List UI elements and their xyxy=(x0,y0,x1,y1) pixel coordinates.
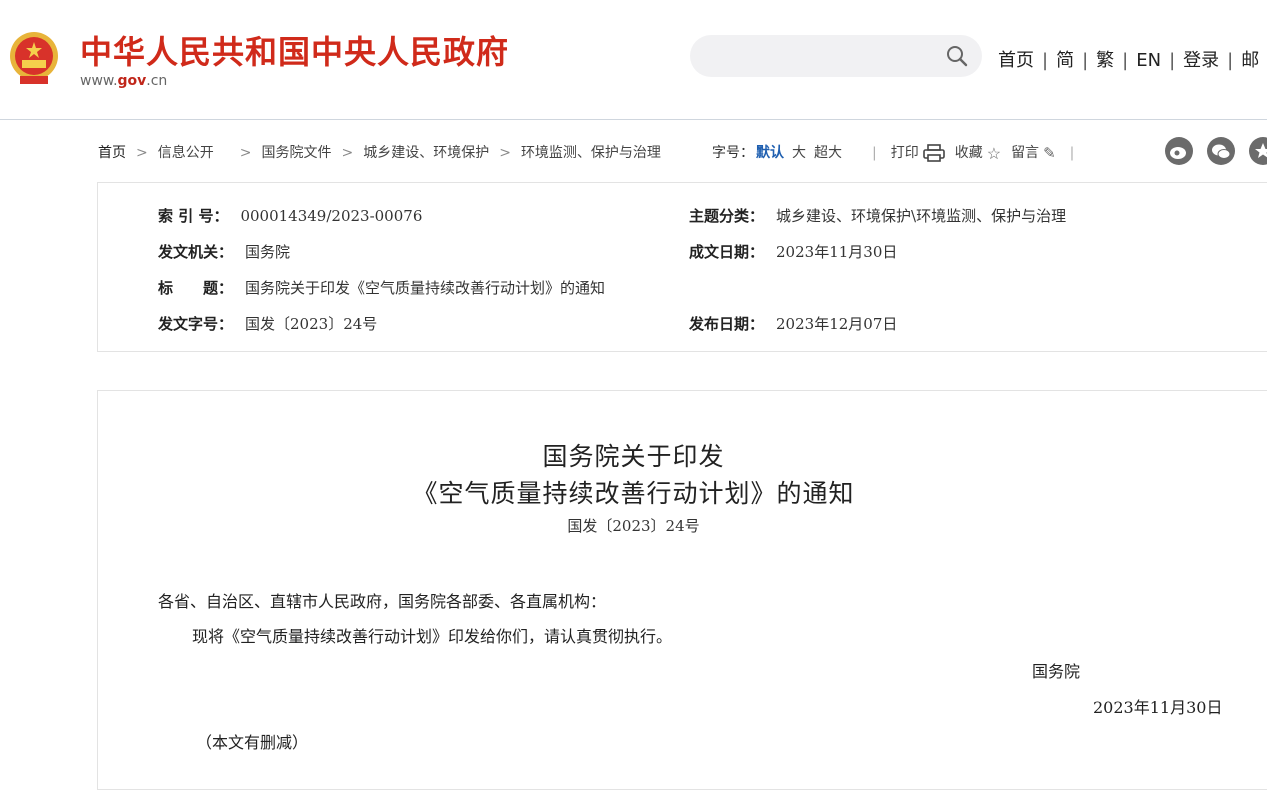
divider: | xyxy=(1122,50,1129,71)
meta-subject-value: 城乡建设、环境保护\环境监测、保护与治理 xyxy=(776,207,1067,225)
document-title-line1: 国务院关于印发 xyxy=(542,442,725,471)
top-link-home[interactable]: 首页 xyxy=(998,50,1034,71)
chevron-right-icon: > xyxy=(341,145,354,161)
divider: | xyxy=(1082,50,1089,71)
meta-subject-label: 主题分类： xyxy=(689,207,765,225)
chevron-right-icon: > xyxy=(239,145,252,161)
site-header: 中华人民共和国中央人民政府 www.gov.cn 首页 | 简 | 繁 | EN | 登录 | 邮 xyxy=(0,0,1267,120)
site-url-suffix: .cn xyxy=(146,73,168,89)
meta-written-date-label: 成文日期： xyxy=(689,243,765,261)
document-note: （本文有删减） xyxy=(196,733,309,752)
divider: | xyxy=(1227,50,1234,71)
meta-index-label: 索 引 号： xyxy=(158,207,229,225)
breadcrumb-home[interactable]: 首页 xyxy=(98,145,126,161)
meta-issuer-value: 国务院 xyxy=(245,243,291,261)
meta-title-label: 标 题： xyxy=(158,279,234,297)
site-title[interactable]: 中华人民共和国中央人民政府 xyxy=(80,27,509,73)
top-link-mail[interactable]: 邮 xyxy=(1241,50,1259,71)
divider: | xyxy=(1169,50,1176,71)
document-paragraph: 现将《空气质量持续改善行动计划》印发给你们，请认真贯彻执行。 xyxy=(192,627,673,646)
font-size-xlarge[interactable]: 超大 xyxy=(814,145,842,161)
breadcrumb: 首页 > 信息公开 > 国务院文件 > 城乡建设、环境保护 > 环境监测、保护与治理 xyxy=(98,142,661,162)
print-label: 打印 xyxy=(890,145,919,161)
meta-subject-row: 主题分类： 城乡建设、环境保护\环境监测、保护与治理 xyxy=(689,205,1066,226)
pencil-icon: ✎ xyxy=(1043,144,1056,162)
weibo-share-icon[interactable] xyxy=(1165,137,1193,165)
font-size-label: 字号： xyxy=(712,145,754,161)
meta-issuer-row: 发文机关： 国务院 xyxy=(158,241,290,262)
comment-label: 留言 xyxy=(1011,145,1040,161)
document-date: 2023年11月30日 xyxy=(1093,698,1223,717)
qzone-share-icon[interactable] xyxy=(1249,137,1267,165)
meta-written-date-value: 2023年11月30日 xyxy=(776,243,898,261)
meta-issuer-label: 发文机关： xyxy=(158,243,234,261)
meta-publish-date-label: 发布日期： xyxy=(689,315,765,333)
chevron-right-icon: > xyxy=(499,145,511,161)
favorite-label: 收藏 xyxy=(954,145,983,161)
meta-doc-number-row: 发文字号： 国发〔2023〕24号 xyxy=(158,313,377,334)
favorite-button[interactable]: 收藏 ☆ xyxy=(954,143,1011,163)
divider: | xyxy=(1069,145,1075,161)
search-input[interactable] xyxy=(690,35,982,77)
font-size-default[interactable]: 默认 xyxy=(756,145,784,161)
top-link-simplified[interactable]: 简 xyxy=(1056,50,1074,71)
comment-button[interactable]: 留言 ✎ xyxy=(1011,144,1066,162)
font-size-large[interactable]: 大 xyxy=(792,145,806,161)
site-url-brand: gov xyxy=(117,73,147,89)
meta-title-value: 国务院关于印发《空气质量持续改善行动计划》的通知 xyxy=(245,279,606,297)
header-divider xyxy=(0,119,1267,120)
top-nav: 首页 | 简 | 繁 | EN | 登录 | 邮 xyxy=(998,46,1259,72)
site-url-prefix: www. xyxy=(80,73,118,89)
chevron-right-icon: > xyxy=(136,145,148,161)
article-toolbar: 字号： 默认大超大 | 打印 收藏 ☆ 留言 ✎ | xyxy=(712,142,1094,163)
top-link-english[interactable]: EN xyxy=(1136,50,1161,71)
national-emblem-icon[interactable] xyxy=(6,30,62,88)
divider: | xyxy=(1042,50,1049,71)
document-salutation: 各省、自治区、直辖市人民政府，国务院各部委、各直属机构： xyxy=(158,592,607,611)
divider: | xyxy=(872,145,877,161)
meta-publish-date-value: 2023年12月07日 xyxy=(776,315,898,333)
breadcrumb-env-monitoring[interactable]: 环境监测、保护与治理 xyxy=(521,145,661,161)
meta-index-row: 索 引 号： 000014349/2023-00076 xyxy=(158,205,422,226)
meta-title-row: 标 题： 国务院关于印发《空气质量持续改善行动计划》的通知 xyxy=(158,277,605,298)
breadcrumb-info-public[interactable]: 信息公开 xyxy=(158,145,214,161)
star-icon: ☆ xyxy=(986,143,1002,163)
meta-doc-number-label: 发文字号： xyxy=(158,315,234,333)
printer-icon xyxy=(922,144,945,162)
wechat-share-icon[interactable] xyxy=(1207,137,1235,165)
meta-doc-number-value: 国发〔2023〕24号 xyxy=(245,315,378,333)
meta-index-value: 000014349/2023-00076 xyxy=(240,207,423,225)
top-link-login[interactable]: 登录 xyxy=(1183,50,1219,71)
document-number: 国发〔2023〕24号 xyxy=(567,517,700,535)
document-title-line2: 《空气质量持续改善行动计划》的通知 xyxy=(412,479,855,508)
breadcrumb-state-council-docs[interactable]: 国务院文件 xyxy=(261,145,331,161)
search-icon[interactable] xyxy=(946,45,968,67)
top-link-traditional[interactable]: 繁 xyxy=(1096,50,1114,71)
print-button[interactable]: 打印 xyxy=(890,144,955,162)
document-signer: 国务院 xyxy=(1032,662,1081,681)
meta-publish-date-row: 发布日期： 2023年12月07日 xyxy=(689,313,897,334)
breadcrumb-urban-env[interactable]: 城乡建设、环境保护 xyxy=(363,145,489,161)
site-url: www.gov.cn xyxy=(80,73,167,89)
meta-written-date-row: 成文日期： 2023年11月30日 xyxy=(689,241,897,262)
